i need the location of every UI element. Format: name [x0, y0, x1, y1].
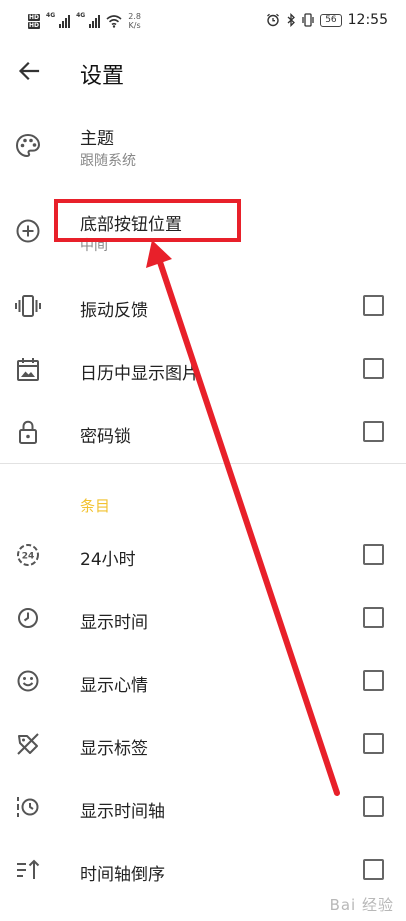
status-left: HD HD 4G 4G 2.8 K/s — [28, 12, 141, 30]
setting-row-show-mood[interactable]: 显示心情 — [0, 660, 406, 704]
section-divider — [0, 463, 406, 464]
clock-24-icon: 24 — [17, 544, 39, 566]
password-lock-checkbox[interactable] — [363, 421, 384, 442]
setting-row-show-tags[interactable]: 显示标签 — [0, 723, 406, 767]
calendar-image-icon — [17, 358, 39, 381]
vibration-icon — [15, 295, 41, 317]
setting-label-show-time: 显示时间 — [80, 613, 148, 633]
section-title-entries: 条目 — [80, 497, 111, 515]
status-right: 56 12:55 — [266, 12, 388, 28]
alarm-icon — [267, 13, 280, 27]
network-speed: 2.8 K/s — [128, 12, 141, 30]
signal-icon-2 — [89, 14, 101, 28]
highlight-box-annotation — [54, 199, 241, 242]
vibrate-mode-icon — [302, 13, 314, 27]
network-type-2: 4G — [76, 12, 86, 19]
show-time-checkbox[interactable] — [363, 607, 384, 628]
setting-row-vibration[interactable]: 振动反馈 — [0, 285, 406, 329]
hd-badge-1: HD — [28, 13, 41, 21]
setting-row-password-lock[interactable]: 密码锁 — [0, 411, 406, 455]
palette-icon — [15, 133, 41, 158]
sort-reverse-icon — [17, 859, 40, 879]
calendar-image-checkbox[interactable] — [363, 358, 384, 379]
speed-unit: K/s — [128, 21, 141, 30]
svg-text:24: 24 — [22, 552, 35, 562]
setting-label-show-tags: 显示标签 — [80, 739, 148, 759]
watermark: Bai 经验 — [329, 896, 394, 914]
setting-row-calendar-image[interactable]: 日历中显示图片 — [0, 348, 406, 392]
smiley-icon — [17, 670, 39, 692]
setting-row-theme[interactable]: 主题 跟随系统 — [0, 120, 406, 180]
show-tags-checkbox[interactable] — [363, 733, 384, 754]
setting-label-password-lock: 密码锁 — [80, 427, 131, 447]
setting-label-show-mood: 显示心情 — [80, 676, 148, 696]
24-hour-checkbox[interactable] — [363, 544, 384, 565]
show-mood-checkbox[interactable] — [363, 670, 384, 691]
page-title: 设置 — [80, 64, 125, 89]
setting-row-timeline-reverse[interactable]: 时间轴倒序 — [0, 849, 406, 893]
app-header: 设置 — [0, 50, 406, 94]
timeline-reverse-checkbox[interactable] — [363, 859, 384, 880]
back-arrow-icon[interactable] — [16, 58, 42, 84]
timeline-icon — [17, 797, 39, 817]
hd-badges: HD HD — [28, 13, 41, 29]
show-timeline-checkbox[interactable] — [363, 796, 384, 817]
status-bar: HD HD 4G 4G 2.8 K/s 56 12:55 — [0, 0, 406, 42]
setting-label-theme: 主题 — [80, 129, 114, 149]
wifi-icon — [106, 14, 122, 28]
clock-icon — [18, 608, 38, 628]
setting-label-timeline-reverse: 时间轴倒序 — [80, 865, 165, 885]
vibration-checkbox[interactable] — [363, 295, 384, 316]
setting-label-vibration: 振动反馈 — [80, 301, 148, 321]
setting-label-24-hour: 24小时 — [80, 550, 136, 570]
setting-row-24-hour[interactable]: 24 24小时 — [0, 534, 406, 578]
setting-label-show-timeline: 显示时间轴 — [80, 802, 165, 822]
setting-row-show-time[interactable]: 显示时间 — [0, 597, 406, 641]
network-type-1: 4G — [46, 12, 56, 19]
bluetooth-icon — [287, 13, 296, 27]
battery-indicator: 56 — [320, 13, 342, 27]
lock-icon — [19, 420, 37, 444]
add-circle-icon — [16, 219, 40, 243]
status-time: 12:55 — [347, 12, 388, 28]
signal-icon — [59, 14, 71, 28]
speed-value: 2.8 — [128, 12, 141, 21]
setting-row-show-timeline[interactable]: 显示时间轴 — [0, 786, 406, 830]
tag-off-icon — [17, 733, 39, 755]
setting-label-calendar-image: 日历中显示图片 — [80, 364, 199, 384]
hd-badge-2: HD — [28, 21, 41, 29]
setting-value-theme: 跟随系统 — [80, 153, 136, 169]
